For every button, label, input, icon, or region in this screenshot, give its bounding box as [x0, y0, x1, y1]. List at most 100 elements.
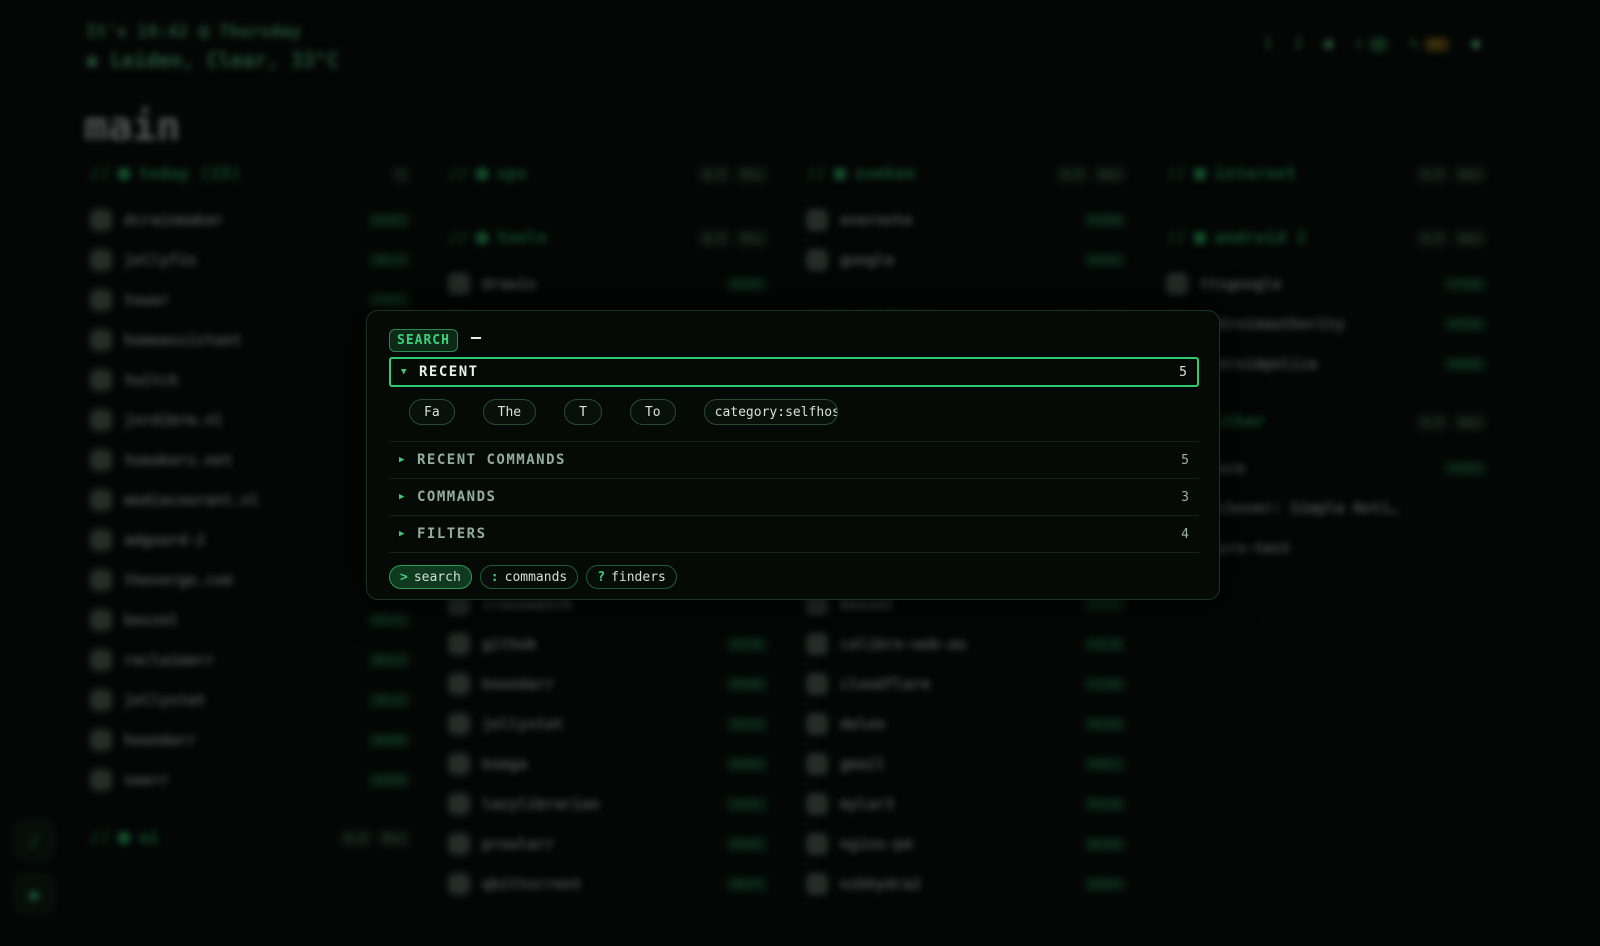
bookmark-item[interactable]: ttsgoogle TTSGO: [1166, 264, 1486, 304]
group-recent-commands[interactable]: ▶ RECENT COMMANDS 5: [389, 445, 1199, 475]
recent-chip[interactable]: To: [629, 399, 676, 425]
bookmark-name: homeassistant: [124, 331, 242, 349]
grid-icon[interactable]: ▦: [1324, 36, 1332, 52]
search-input[interactable]: [469, 332, 1150, 349]
slash-button[interactable]: /: [14, 820, 54, 860]
bookmark-item[interactable]: calibre-web-au CALIB: [806, 624, 1126, 664]
sort-button[interactable]: Rec: [1454, 413, 1486, 431]
sort-button[interactable]: Rec: [1094, 165, 1126, 183]
bookmark-name: houndarr: [124, 731, 197, 749]
bookmark-item[interactable]: cloudflare CLOUD: [806, 664, 1126, 704]
bookmark-item[interactable]: tweakers.net: [90, 440, 410, 480]
status-button[interactable]: ●: [14, 874, 54, 914]
sort-button[interactable]: Rec: [378, 829, 410, 847]
bookmark-name: qbittorrent: [482, 875, 582, 893]
sort-button[interactable]: Rec: [736, 165, 768, 183]
bookmark-item[interactable]: jellystat JELLS: [90, 680, 410, 720]
section-tools: A-Z Rec: [1056, 165, 1126, 183]
bookmark-name: evernote: [840, 211, 913, 229]
bookmark-item[interactable]: seerr SEERR: [90, 760, 410, 800]
search-badge: SEARCH: [389, 329, 458, 352]
bookmark-name: dcrainmaker: [124, 211, 224, 229]
bookmark-item[interactable]: nginx-pm NGINX: [806, 824, 1126, 864]
bookmark-code: GMAIL: [1083, 756, 1126, 772]
group-filters[interactable]: ▶ FILTERS 4: [389, 519, 1199, 549]
recent-chip[interactable]: The: [482, 399, 537, 425]
bookmark-item[interactable]: theverge.com: [90, 560, 410, 600]
bookmark-item[interactable]: mediacourant.nl: [90, 480, 410, 520]
recent-chip[interactable]: T: [564, 399, 602, 425]
sort-button[interactable]: A-Z: [698, 165, 731, 183]
bookmark-item[interactable]: nzbhydra2 NZBHY: [806, 864, 1126, 904]
bookmark-item[interactable]: qbittorrent QBITT: [448, 864, 768, 904]
bookmark-item[interactable]: jordibrm.nl: [90, 400, 410, 440]
mode-commands-button[interactable]: : commands: [479, 565, 579, 589]
section-header: // android 2 A-Z Rec: [1166, 224, 1486, 252]
section-header: // tools A-Z Rec: [448, 224, 768, 252]
bookmark-item[interactable]: prowlarr PROWL: [448, 824, 768, 864]
app-icon: [90, 529, 112, 551]
sort-button[interactable]: A-Z: [1416, 229, 1449, 247]
bookmark-item[interactable]: dcrainmaker DCRAI: [90, 200, 410, 240]
bookmark-code: JELLS: [367, 692, 410, 708]
command-palette: SEARCH ▼ RECENT 5 Fa The T To category:se…: [366, 310, 1220, 600]
section-header: // ai A-Z Rec: [90, 824, 410, 852]
mode-search-button[interactable]: > search: [389, 565, 472, 589]
sort-button[interactable]: A-Z: [698, 229, 731, 247]
bookmark-name: beszel: [124, 611, 179, 629]
bookmark-item[interactable]: houndarr HOUND: [448, 664, 768, 704]
workspace-2-tab[interactable]: 2: [1294, 36, 1302, 52]
section-tools: A-Z Rec: [698, 165, 768, 183]
app-icon: [90, 649, 112, 671]
bookmark-name: prowlarr: [482, 835, 555, 853]
bookmark-name: komga: [482, 755, 528, 773]
bookmark-item[interactable]: drawio DRAWI: [448, 264, 768, 304]
recent-chip[interactable]: category:selfhost: [703, 399, 838, 425]
bookmark-item[interactable]: evernote EVERN: [806, 200, 1126, 240]
settings-icon[interactable]: ●: [1472, 36, 1480, 52]
section-tools: A-Z Rec: [340, 829, 410, 847]
bookmark-code: JELLY: [367, 252, 410, 268]
bookmark-item[interactable]: lazylibrarian LAZYL: [448, 784, 768, 824]
bookmark-item[interactable]: gmail GMAIL: [806, 744, 1126, 784]
mode-finders-button[interactable]: ? finders: [586, 565, 677, 589]
sort-button[interactable]: Rec: [1454, 229, 1486, 247]
bookmark-item[interactable]: jellyfin JELLY: [90, 240, 410, 280]
bookmark-item[interactable]: delen DELEN: [806, 704, 1126, 744]
sort-button[interactable]: A-Z: [340, 829, 373, 847]
section-tools: 1: [391, 165, 410, 183]
bookmark-code: NGINX: [1083, 836, 1126, 852]
pin-indicator[interactable]: ✎ 0K: [1410, 36, 1450, 52]
bookmark-item[interactable]: homeassistant: [90, 320, 410, 360]
sort-button[interactable]: A-Z: [1056, 165, 1089, 183]
sort-button[interactable]: 1: [391, 165, 410, 183]
group-commands[interactable]: ▶ COMMANDS 3: [389, 482, 1199, 512]
bookmark-name: nginx-pm: [840, 835, 913, 853]
bookmark-name: jordibrm.nl: [124, 411, 224, 429]
sort-button[interactable]: A-Z: [1416, 165, 1449, 183]
bookmark-name: tower: [124, 291, 170, 309]
sort-button[interactable]: Rec: [1454, 165, 1486, 183]
page-title: main: [84, 104, 181, 150]
bookmark-item[interactable]: github GITHU: [448, 624, 768, 664]
section-title: // android 2: [1166, 228, 1307, 248]
bookmark-item[interactable]: twitch: [90, 360, 410, 400]
bookmark-item[interactable]: houndarr HOUND: [90, 720, 410, 760]
recent-chip[interactable]: Fa: [409, 399, 455, 425]
bookmark-item[interactable]: komga KOMGA: [448, 744, 768, 784]
bookmark-name: gmail: [840, 755, 886, 773]
bookmark-item[interactable]: tower TOWER: [90, 280, 410, 320]
group-recent[interactable]: ▼ RECENT 5: [389, 357, 1199, 387]
bookmark-item[interactable]: google GOOGL: [806, 240, 1126, 280]
upload-indicator[interactable]: ⬆ 1: [1355, 36, 1388, 52]
bookmark-item[interactable]: mylar3 MYLAR: [806, 784, 1126, 824]
bookmark-item[interactable]: jellystat JELLS: [448, 704, 768, 744]
bookmark-item[interactable]: beszel BESZE: [90, 600, 410, 640]
app-icon: [90, 769, 112, 791]
sort-button[interactable]: A-Z: [1416, 413, 1449, 431]
bookmark-item[interactable]: reclaimerr RECLA: [90, 640, 410, 680]
bookmark-item[interactable]: adguard-2: [90, 520, 410, 560]
workspace-1-tab[interactable]: 1: [1264, 36, 1272, 52]
weather: ◉ Leiden, Clear, 33°C: [86, 48, 339, 72]
sort-button[interactable]: Rec: [736, 229, 768, 247]
